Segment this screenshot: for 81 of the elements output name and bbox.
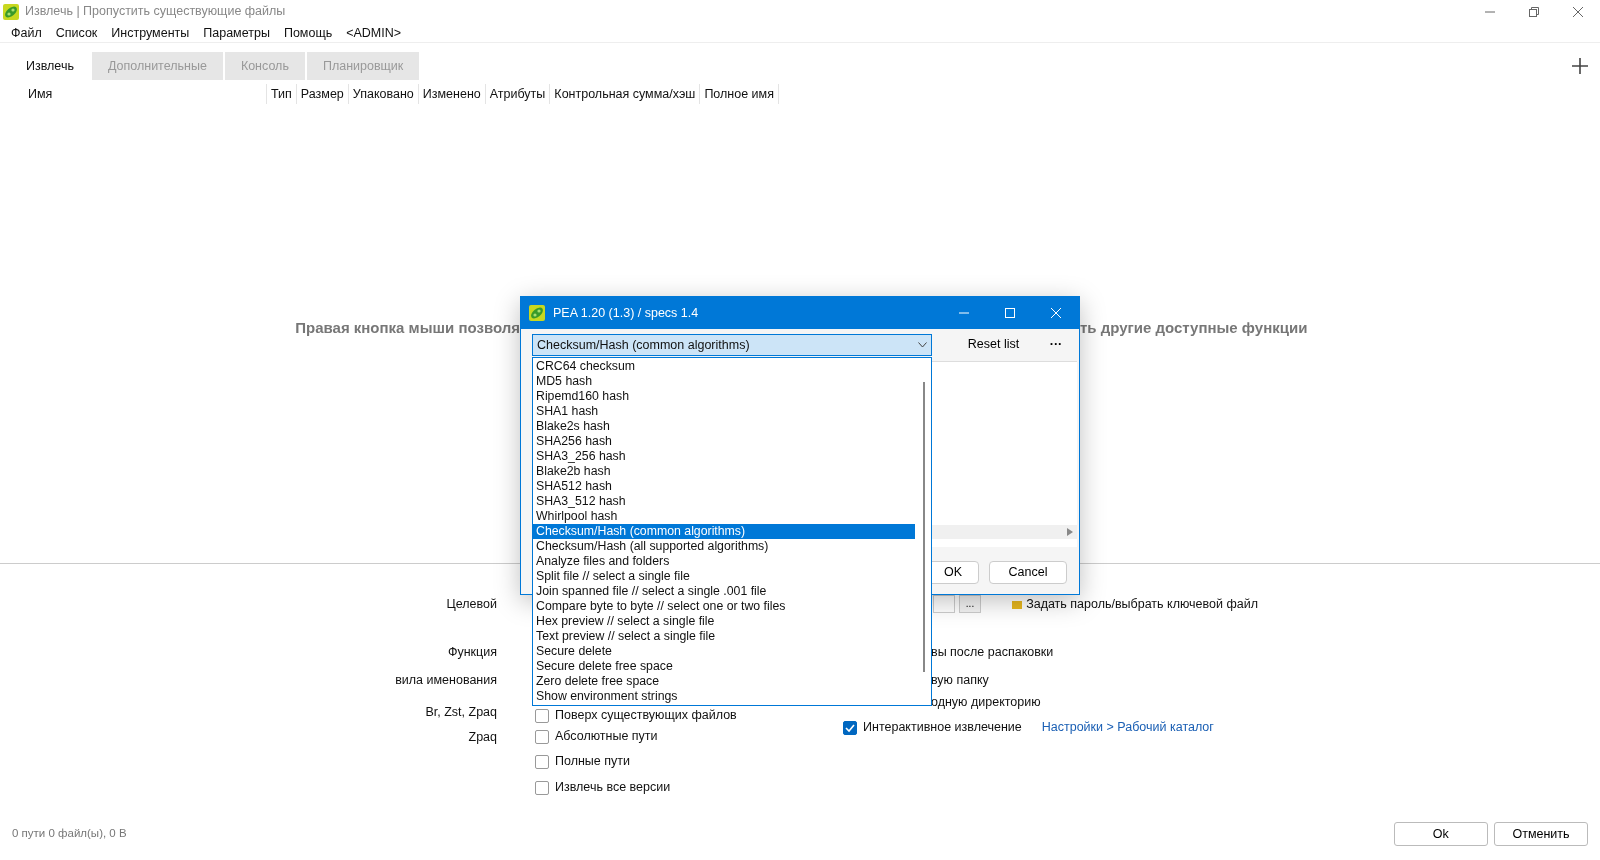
vertical-scrollbar[interactable]: [923, 382, 925, 672]
more-button[interactable]: ···: [1041, 335, 1071, 354]
dropdown-option[interactable]: Blake2b hash: [533, 464, 915, 479]
option-label: вила именования: [394, 671, 497, 689]
option-label: Zpaq: [467, 728, 497, 746]
column-header[interactable]: Изменено: [418, 84, 486, 104]
ok-button[interactable]: Ok: [1393, 822, 1488, 846]
password-link[interactable]: Задать пароль/выбрать ключевой файл: [1026, 593, 1258, 614]
option-label: Целевой: [445, 595, 497, 613]
dropdown-option[interactable]: Checksum/Hash (all supported algorithms): [533, 539, 915, 554]
window-title: Извлечь | Пропустить существующие файлы: [25, 3, 286, 21]
dropdown-option[interactable]: Whirlpool hash: [533, 509, 915, 524]
option-label: вы после распаковки: [931, 643, 1054, 661]
checkbox-label[interactable]: Извлечь все версии: [555, 778, 671, 797]
menu-item[interactable]: Инструменты: [104, 23, 197, 42]
reset-list-button[interactable]: Reset list: [951, 335, 1036, 354]
dropdown-option[interactable]: Blake2s hash: [533, 419, 915, 434]
option-label: Br, Zst, Zpaq: [424, 703, 497, 721]
checkbox[interactable]: [843, 720, 857, 735]
app-logo-icon: [529, 305, 545, 321]
plus-icon: [1572, 58, 1588, 75]
dropdown-option[interactable]: Checksum/Hash (common algorithms): [533, 524, 915, 539]
menu-item[interactable]: <ADMIN>: [339, 23, 409, 42]
hint-text: Правая кнопка мыши позволя: [294, 318, 520, 338]
menu-item[interactable]: Помощь: [276, 23, 340, 42]
column-header[interactable]: Полное имя: [700, 84, 779, 104]
column-header[interactable]: Контрольная сумма/хэш: [550, 84, 701, 104]
settings-link[interactable]: Настройки > Рабочий каталог: [1041, 718, 1214, 737]
function-dropdown[interactable]: Checksum/Hash (common algorithms): [532, 334, 932, 356]
dropdown-option[interactable]: Show environment strings: [533, 689, 915, 704]
horizontal-scrollbar[interactable]: [932, 525, 1077, 539]
dropdown-option[interactable]: Zero delete free space: [533, 674, 915, 689]
checkbox[interactable]: [535, 754, 549, 769]
checkbox[interactable]: [535, 708, 549, 723]
checkbox-label[interactable]: Абсолютные пути: [555, 727, 658, 746]
dropdown-option[interactable]: Join spanned file // select a single .001 file: [533, 584, 915, 599]
checkbox-label[interactable]: Интерактивное извлечение: [863, 718, 1022, 737]
checkbox[interactable]: [535, 780, 549, 795]
column-header[interactable]: Имя: [20, 84, 267, 104]
cancel-button[interactable]: Cancel: [989, 561, 1067, 584]
column-header[interactable]: Атрибуты: [485, 84, 551, 104]
maximize-icon: [1005, 308, 1015, 318]
close-icon: [1573, 6, 1583, 17]
dropdown-option[interactable]: SHA3_512 hash: [533, 494, 915, 509]
dropdown-option[interactable]: Ripemd160 hash: [533, 389, 915, 404]
menu-item[interactable]: Файл: [4, 23, 49, 42]
option-label: одную директорию: [931, 693, 1041, 711]
dialog-title: PEA 1.20 (1.3) / specs 1.4: [553, 304, 699, 322]
app-logo-icon: [3, 3, 19, 20]
dropdown-option[interactable]: Secure delete: [533, 644, 915, 659]
cancel-button[interactable]: Отменить: [1494, 822, 1588, 846]
status-text: 0 пути 0 файл(ы), 0 B: [12, 826, 127, 842]
dropdown-option[interactable]: Analyze files and folders: [533, 554, 915, 569]
column-header[interactable]: Размер: [296, 84, 349, 104]
restore-icon: [1529, 6, 1539, 17]
dropdown-option[interactable]: SHA1 hash: [533, 404, 915, 419]
checkbox-label[interactable]: Поверх существующих файлов: [555, 706, 737, 725]
close-icon: [1051, 308, 1061, 318]
checkbox-label[interactable]: Полные пути: [555, 752, 630, 771]
dropdown-option[interactable]: CRC64 checksum: [533, 359, 915, 374]
scroll-right-icon: [1067, 528, 1073, 536]
dropdown-option[interactable]: SHA512 hash: [533, 479, 915, 494]
dropdown-option[interactable]: Text preview // select a single file: [533, 629, 915, 644]
option-label: вую папку: [931, 671, 989, 689]
checkbox[interactable]: [535, 729, 549, 744]
menu-item[interactable]: Параметры: [196, 23, 277, 42]
dropdown-option[interactable]: Compare byte to byte // select one or two files: [533, 599, 915, 614]
add-button[interactable]: [1572, 56, 1588, 76]
dropdown-option[interactable]: SHA256 hash: [533, 434, 915, 449]
dropdown-option[interactable]: Hex preview // select a single file: [533, 614, 915, 629]
column-header[interactable]: Тип: [267, 84, 297, 104]
menu-item[interactable]: Список: [48, 23, 105, 42]
column-header[interactable]: Упаковано: [348, 84, 419, 104]
option-label: Функция: [446, 643, 497, 661]
chevron-down-icon: [918, 342, 927, 348]
dropdown-option[interactable]: Secure delete free space: [533, 659, 915, 674]
hint-text: ть другие доступные функции: [1080, 318, 1308, 338]
check-icon: [845, 722, 855, 733]
dropdown-option[interactable]: Split file // select a single file: [533, 569, 915, 584]
dropdown-option[interactable]: SHA3_256 hash: [533, 449, 915, 464]
dropdown-option[interactable]: MD5 hash: [533, 374, 915, 389]
